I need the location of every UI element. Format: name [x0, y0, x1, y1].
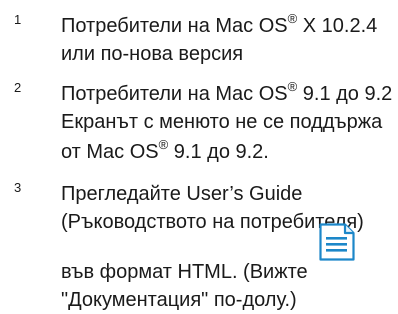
footnote-line: от Mac OS® 9.1 до 9.2.: [61, 137, 269, 163]
footnote-line: във формат HTML. (Вижте: [61, 261, 308, 283]
footnote-number: 1: [14, 12, 22, 27]
footnote-number: 2: [14, 80, 22, 95]
footnote-line: "Документация" по-долу.): [61, 289, 297, 311]
footnote-number: 3: [14, 180, 22, 195]
document-icon-line: [326, 249, 347, 252]
footnote-line: или по-нова версия: [61, 43, 244, 65]
document-icon-line: [326, 243, 347, 246]
document-icon-line: [326, 237, 347, 240]
footnote-line: Потребители на Mac OS® 9.1 до 9.2: [61, 79, 393, 105]
footnote-line: Прегледайте User’s Guide: [61, 183, 303, 205]
registered-mark: ®: [287, 79, 298, 94]
footnote-line: Екранът с менюто не се поддържа: [61, 111, 383, 133]
document-icon-fold: [343, 224, 354, 235]
registered-mark: ®: [287, 11, 298, 26]
registered-mark: ®: [158, 137, 169, 152]
footnote-line: Потребители на Mac OS® X 10.2.4: [61, 11, 378, 37]
document-icon: [319, 223, 355, 261]
